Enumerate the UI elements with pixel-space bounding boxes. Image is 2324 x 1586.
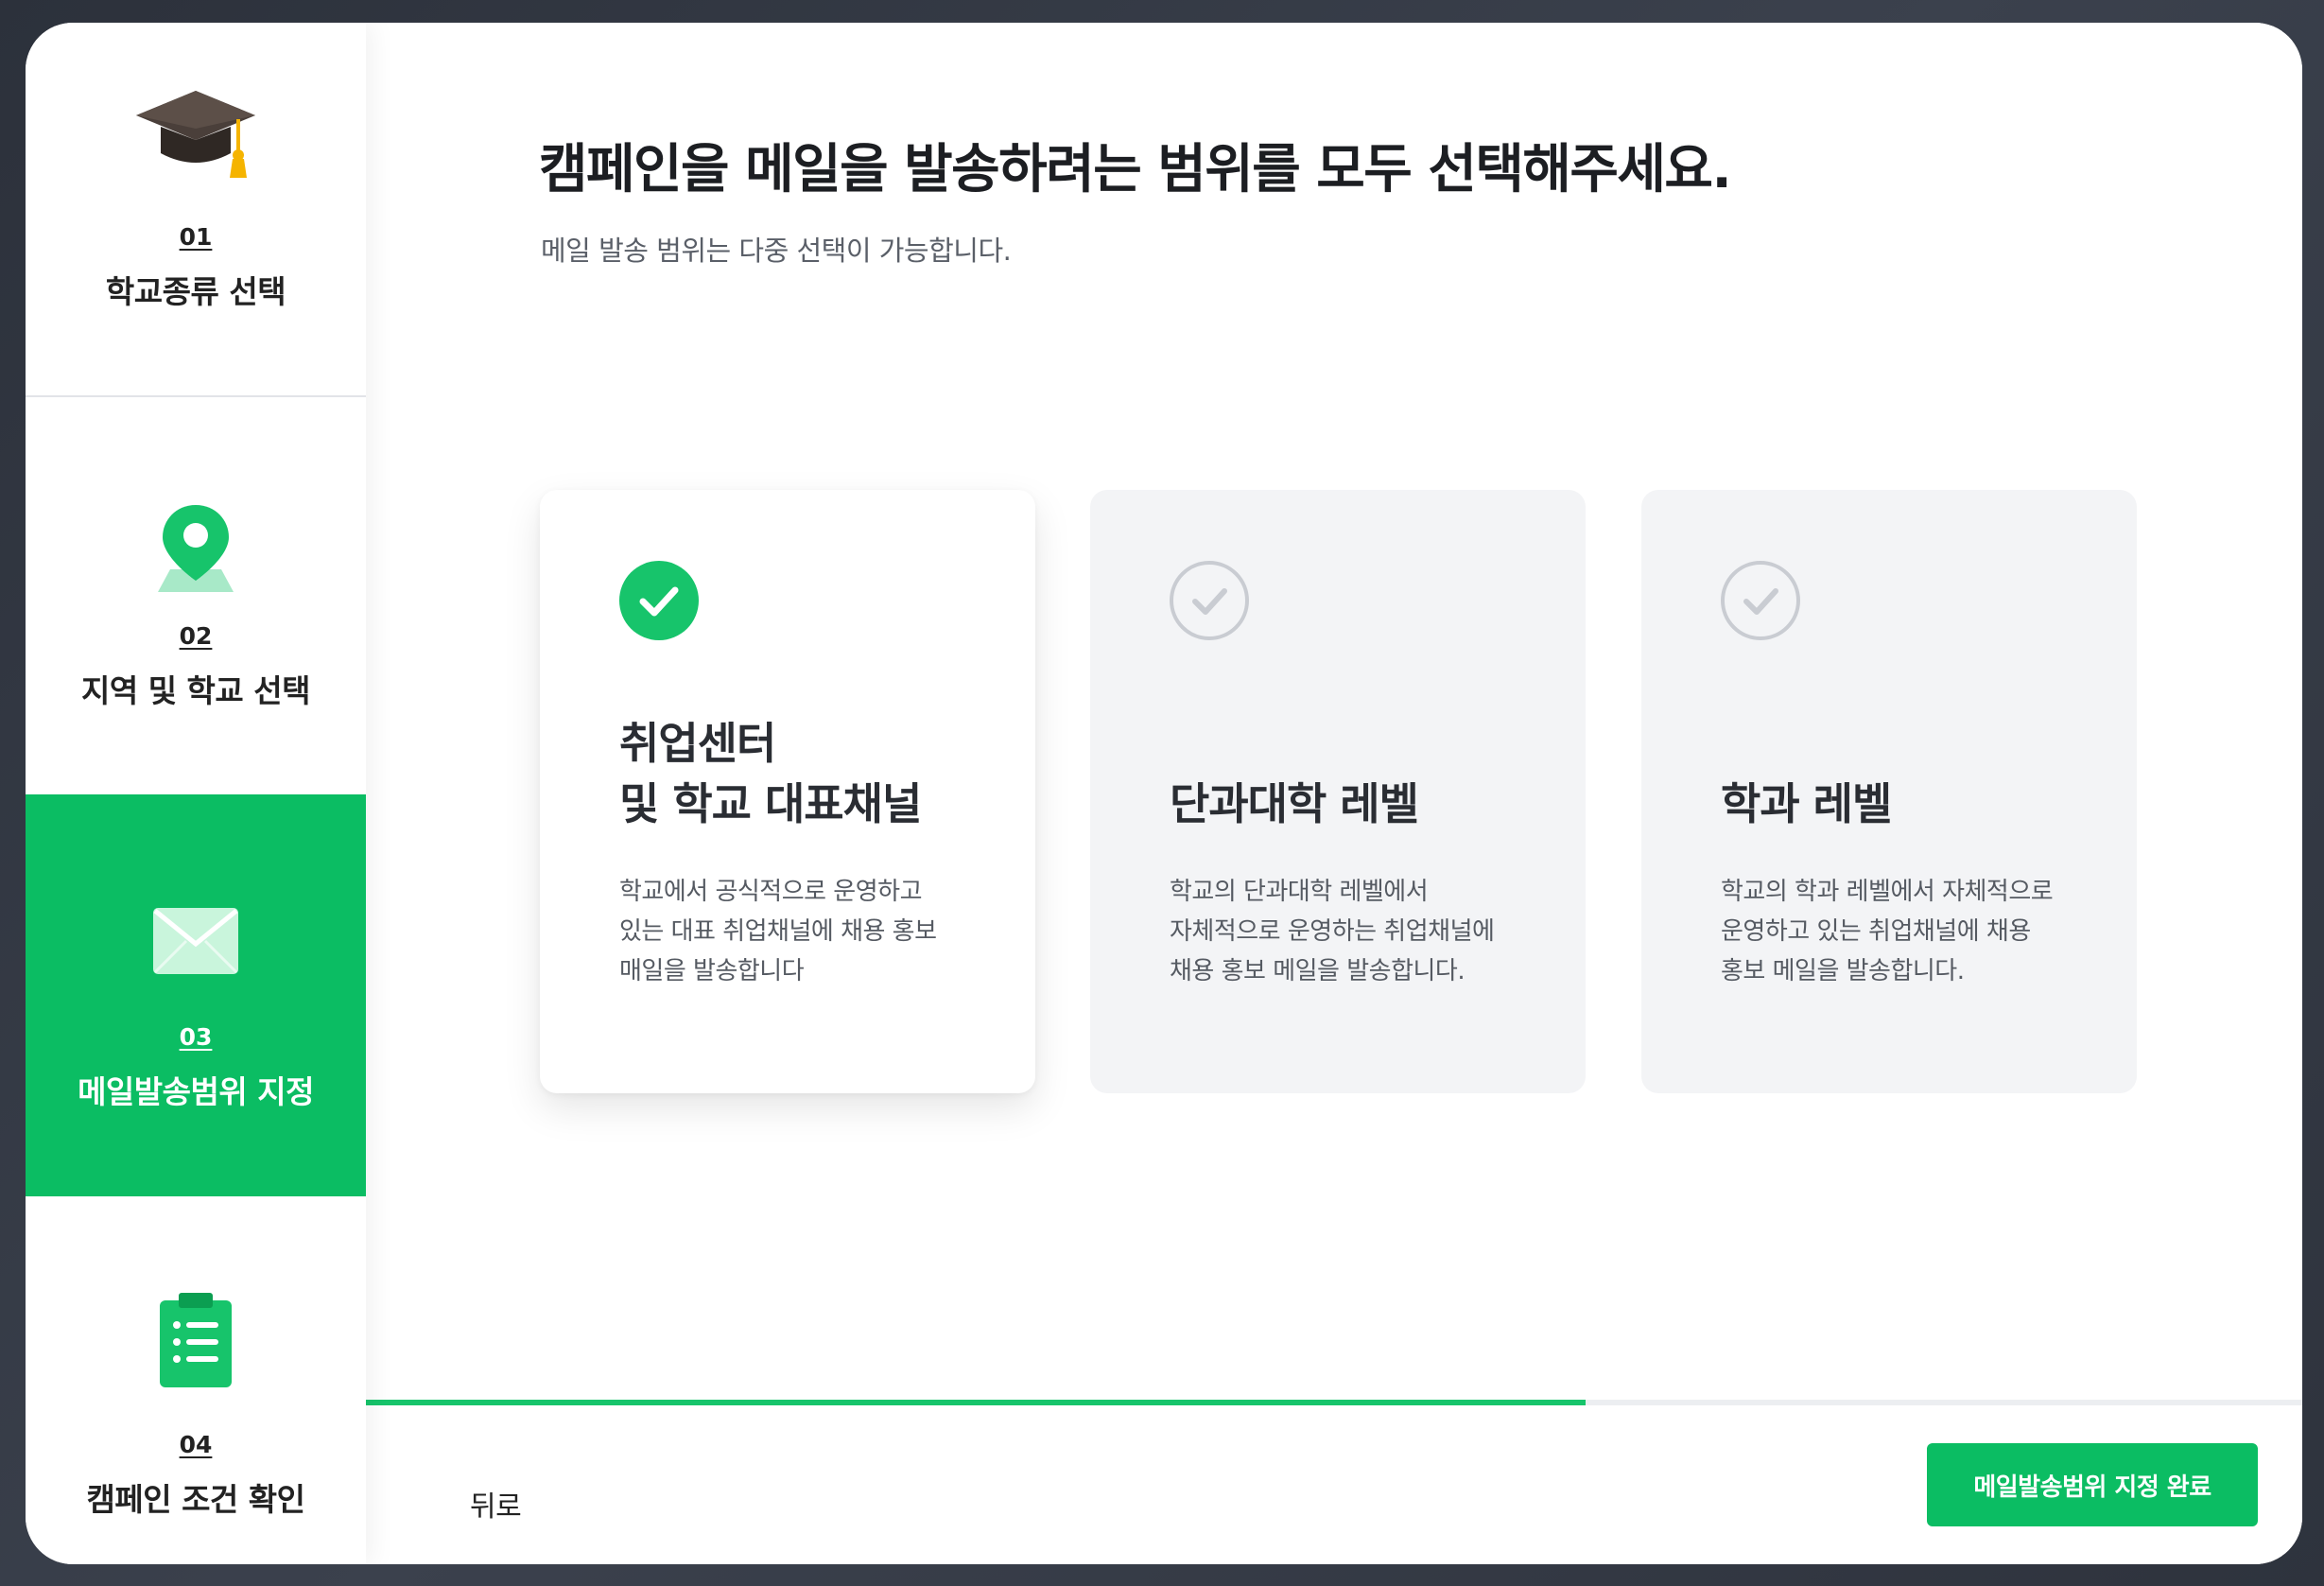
page-subtitle: 메일 발송 범위는 다중 선택이 가능합니다. xyxy=(541,235,1012,267)
step-campaign-confirm[interactable]: 04 캠페인 조건 확인 xyxy=(26,1196,366,1564)
step-number: 03 xyxy=(179,1023,213,1051)
clipboard-list-icon xyxy=(160,1293,232,1387)
step-school-type[interactable]: 01 학교종류 선택 xyxy=(26,23,366,397)
step-label: 메일발송범위 지정 xyxy=(78,1073,314,1110)
scope-card-department-level[interactable]: 학과 레벨 학교의 학과 레벨에서 자체적으로 운영하고 있는 취업채널에 채용… xyxy=(1641,490,2137,1093)
card-description: 학교에서 공식적으로 운영하고 있는 대표 취업채널에 채용 홍보 매일을 발송… xyxy=(619,878,937,985)
page-title: 캠페인을 메일을 발송하려는 범위를 모두 선택해주세요. xyxy=(539,139,1732,200)
step-sidebar: 01 학교종류 선택 02 지역 및 학교 선택 03 메일발송범위 지정 04… xyxy=(26,23,366,1564)
complete-scope-button[interactable]: 메일발송범위 지정 완료 xyxy=(1927,1443,2258,1526)
card-description: 학교의 단과대학 레벨에서 자체적으로 운영하는 취업채널에 채용 홍보 메일을… xyxy=(1170,878,1495,985)
step-number: 04 xyxy=(179,1431,213,1458)
card-title: 단과대학 레벨 xyxy=(1170,778,1419,829)
check-circle-icon xyxy=(619,561,699,640)
step-number: 02 xyxy=(179,622,213,650)
card-title: 학과 레벨 xyxy=(1721,778,1892,829)
progress-fill xyxy=(366,1400,1587,1405)
graduation-cap-icon xyxy=(136,91,255,178)
card-description: 학교의 학과 레벨에서 자체적으로 운영하고 있는 취업채널에 채용 홍보 메일… xyxy=(1721,878,2054,985)
card-title: 취업센터 및 학교 대표채널 xyxy=(619,718,922,829)
check-circle-icon xyxy=(1170,561,1249,640)
step-label: 학교종류 선택 xyxy=(105,273,286,310)
step-region-school[interactable]: 02 지역 및 학교 선택 xyxy=(26,397,366,794)
step-label: 지역 및 학교 선택 xyxy=(81,672,311,709)
app-screen: 01 학교종류 선택 02 지역 및 학교 선택 03 메일발송범위 지정 04… xyxy=(26,23,2302,1564)
main-content: 캠페인을 메일을 발송하려는 범위를 모두 선택해주세요. 메일 발송 범위는 … xyxy=(366,23,2302,1564)
progress-bar xyxy=(366,1400,2302,1405)
step-mail-scope[interactable]: 03 메일발송범위 지정 xyxy=(26,794,366,1196)
check-circle-icon xyxy=(1721,561,1800,640)
step-label: 캠페인 조건 확인 xyxy=(86,1481,306,1518)
scope-card-college-level[interactable]: 단과대학 레벨 학교의 단과대학 레벨에서 자체적으로 운영하는 취업채널에 채… xyxy=(1090,490,1586,1093)
map-pin-icon xyxy=(158,505,234,592)
back-button[interactable]: 뒤로 xyxy=(470,1483,522,1525)
scope-card-career-center[interactable]: 취업센터 및 학교 대표채널 학교에서 공식적으로 운영하고 있는 대표 취업채… xyxy=(540,490,1035,1093)
envelope-icon xyxy=(153,908,238,974)
step-number: 01 xyxy=(179,223,213,251)
